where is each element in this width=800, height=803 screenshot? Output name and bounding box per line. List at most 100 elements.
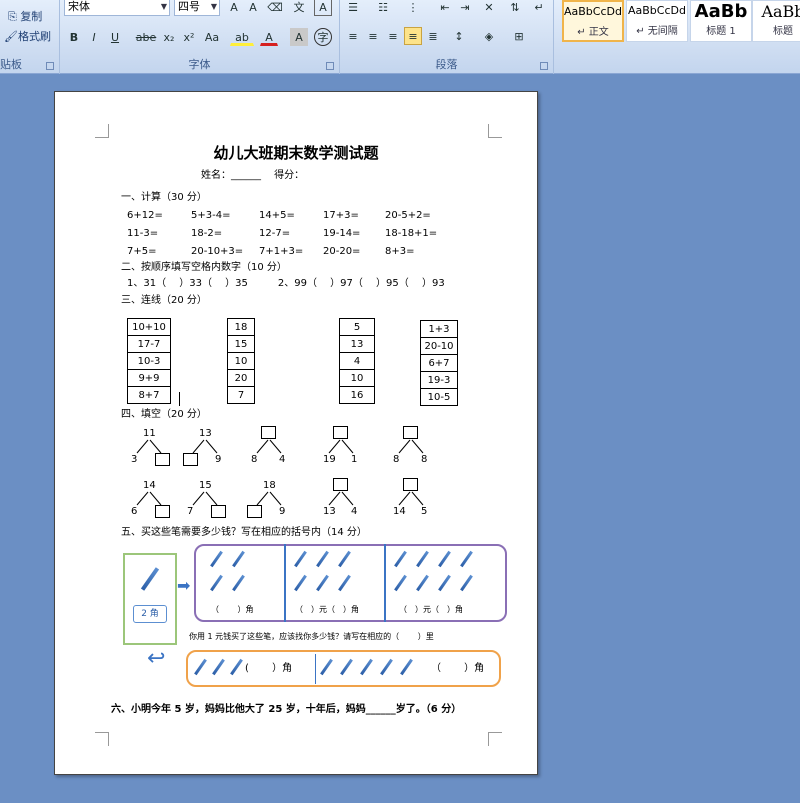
font-group-label: 字体: [188, 58, 211, 71]
blank-box: [333, 426, 348, 439]
superscript-button[interactable]: x²: [180, 28, 198, 46]
blank-box: [155, 453, 170, 466]
price-tag: 2 角: [133, 605, 167, 623]
bond-number: 4: [351, 506, 358, 517]
strikethrough-button[interactable]: abe: [134, 28, 158, 46]
align-left-button[interactable]: ≡: [344, 27, 362, 45]
format-painter-button[interactable]: 🖌格式刷: [4, 28, 51, 44]
style-heading-1[interactable]: AaBb 标题 1: [690, 0, 752, 42]
style-title[interactable]: AaBb 标题: [752, 0, 800, 42]
change-blank-1: ( ）角: [245, 663, 293, 674]
numbering-button[interactable]: ☷: [374, 0, 392, 16]
bond-line: [269, 491, 282, 506]
grow-font-button[interactable]: A: [225, 0, 243, 16]
bond-number: 9: [279, 506, 286, 517]
bond-number: 5: [421, 506, 428, 517]
bold-button[interactable]: B: [65, 28, 83, 46]
blank-box: [247, 505, 262, 518]
paragraph-launcher[interactable]: [540, 62, 548, 70]
multilevel-list-button[interactable]: ⋮: [404, 0, 422, 16]
document-page[interactable]: 幼儿大班期末数学测试题 姓名：______ 得分： 一、计算（30 分） 6+1…: [54, 91, 538, 775]
bond-line: [136, 439, 149, 454]
shrink-font-button[interactable]: A: [244, 0, 262, 16]
style-sample: AaBbCcDd: [564, 5, 622, 18]
paragraph-group-label: 段落: [435, 58, 458, 71]
style-name: 标题 1: [706, 26, 736, 37]
bullets-button[interactable]: ☰: [344, 0, 362, 16]
line-spacing-button[interactable]: ↕: [450, 27, 468, 45]
underline-button[interactable]: U: [106, 28, 124, 46]
bond-number: 13: [323, 506, 336, 517]
italic-button[interactable]: I: [85, 28, 103, 46]
bond-line: [411, 439, 424, 454]
subscript-button[interactable]: x₂: [160, 28, 178, 46]
clear-format-button[interactable]: ⌫: [266, 0, 284, 16]
bond-number: 14: [143, 480, 156, 491]
decrease-indent-button[interactable]: ⇤: [436, 0, 454, 16]
section-6-question: 六、小明今年 5 岁，妈妈比他大了 25 岁，十年后，妈妈______岁了。（6…: [111, 704, 462, 715]
shading-button[interactable]: ◈: [480, 27, 498, 45]
clipboard-launcher[interactable]: [46, 62, 54, 70]
change-question: 你用 1 元钱买了这些笔，应该找你多少钱？请写在相应的（ ）里: [189, 632, 434, 641]
change-case-button[interactable]: Aa: [200, 28, 224, 46]
chevron-down-icon: ▼: [160, 2, 167, 11]
blank-box: [403, 478, 418, 491]
bond-number: 4: [279, 454, 286, 465]
enclose-char-button[interactable]: 字: [314, 28, 332, 46]
bond-line: [192, 491, 205, 506]
font-size-select[interactable]: 四号 ▼: [174, 0, 220, 16]
change-divider: [315, 654, 316, 684]
char-border-button[interactable]: A: [314, 0, 332, 16]
justify-button[interactable]: ≡: [404, 27, 422, 45]
paragraph-group: ☰ ☷ ⋮ ⇤ ⇥ ✕ ⇅ ↵ ≡ ≡ ≡ ≡ ≣ ↕ ◈ ⊞ 段落: [340, 0, 554, 74]
bond-line: [341, 439, 354, 454]
align-center-button[interactable]: ≡: [364, 27, 382, 45]
increase-indent-button[interactable]: ⇥: [456, 0, 474, 16]
bond-line: [136, 491, 149, 506]
bond-line: [256, 491, 269, 506]
bond-line: [328, 439, 341, 454]
bond-line: [328, 491, 341, 506]
bond-line: [205, 439, 218, 454]
bond-line: [205, 491, 218, 506]
bond-line: [341, 491, 354, 506]
answer-blank-1: （ ）角: [211, 605, 254, 614]
style-no-spacing[interactable]: AaBbCcDd ↵ 无间隔: [626, 0, 688, 42]
char-shading-button[interactable]: A: [290, 28, 308, 46]
format-painter-icon: 🖌: [4, 30, 18, 43]
copy-button[interactable]: ⎘ 复制: [8, 8, 42, 24]
copy-icon: ⎘: [8, 10, 17, 23]
borders-button[interactable]: ⊞: [510, 27, 528, 45]
highlight-button[interactable]: ab: [230, 28, 254, 46]
style-sample: AaBb: [761, 2, 800, 21]
blank-box: [333, 478, 348, 491]
bond-line: [398, 491, 411, 506]
change-blank-2: （ ）角: [431, 663, 485, 674]
phonetic-button[interactable]: 文: [290, 0, 308, 16]
bond-number: 7: [187, 506, 194, 517]
blank-box: [211, 505, 226, 518]
bond-number: 19: [323, 454, 336, 465]
show-marks-button[interactable]: ↵: [530, 0, 548, 16]
curved-arrow-icon: ↩: [147, 646, 166, 671]
distributed-button[interactable]: ≣: [424, 27, 442, 45]
bond-number: 6: [131, 506, 138, 517]
style-name: ↵ 无间隔: [636, 26, 678, 37]
blank-box: [183, 453, 198, 466]
align-right-button[interactable]: ≡: [384, 27, 402, 45]
chinese-layout-button[interactable]: ✕: [480, 0, 498, 16]
clipboard-group: ⎘ 复制 🖌格式刷 贴板: [0, 0, 60, 74]
bond-number: 14: [393, 506, 406, 517]
style-sample: AaBb: [694, 1, 748, 22]
font-launcher[interactable]: [326, 62, 334, 70]
bond-line: [398, 439, 411, 454]
answer-blank-2: （ ）元（ ）角: [295, 605, 359, 614]
style-sample: AaBbCcDd: [628, 4, 686, 17]
bond-number: 1: [351, 454, 358, 465]
panel-divider: [384, 544, 386, 622]
font-color-button[interactable]: A: [260, 28, 278, 46]
bond-number: 9: [215, 454, 222, 465]
font-name-select[interactable]: 宋体 ▼: [64, 0, 170, 16]
style-normal[interactable]: AaBbCcDd ↵ 正文: [562, 0, 624, 42]
sort-button[interactable]: ⇅: [506, 0, 524, 16]
